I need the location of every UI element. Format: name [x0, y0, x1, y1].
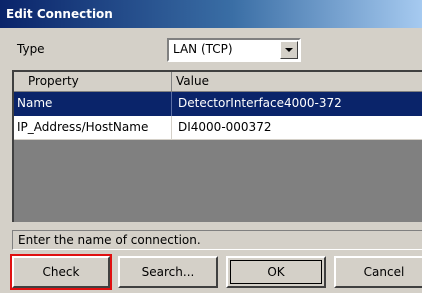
property-grid: Property Value Name DetectorInterface400… [12, 70, 422, 222]
column-header-property[interactable]: Property [14, 72, 172, 92]
property-cell[interactable]: Name [14, 92, 172, 116]
column-header-value[interactable]: Value [172, 72, 422, 92]
type-label: Type [17, 42, 45, 56]
ok-button-label: OK [267, 265, 285, 279]
search-button[interactable]: Search... [118, 256, 218, 288]
value-cell[interactable]: DI4000-000372 [172, 116, 422, 140]
property-cell[interactable]: IP_Address/HostName [14, 116, 172, 140]
status-hint: Enter the name of connection. [12, 230, 422, 250]
type-dropdown-value: LAN (TCP) [173, 42, 233, 56]
chevron-down-icon [285, 48, 293, 52]
grid-row-name[interactable]: Name DetectorInterface4000-372 [14, 92, 422, 116]
value-cell[interactable]: DetectorInterface4000-372 [172, 92, 422, 116]
cancel-button[interactable]: Cancel [334, 256, 422, 288]
dialog-title: Edit Connection [0, 0, 422, 28]
grid-row-ip-address[interactable]: IP_Address/HostName DI4000-000372 [14, 116, 422, 140]
dropdown-button[interactable] [280, 41, 298, 59]
ok-button[interactable]: OK [226, 256, 326, 288]
edit-connection-dialog: Edit Connection Type LAN (TCP) Property … [0, 0, 422, 293]
type-dropdown[interactable]: LAN (TCP) [167, 38, 301, 62]
check-button[interactable]: Check [10, 254, 112, 290]
